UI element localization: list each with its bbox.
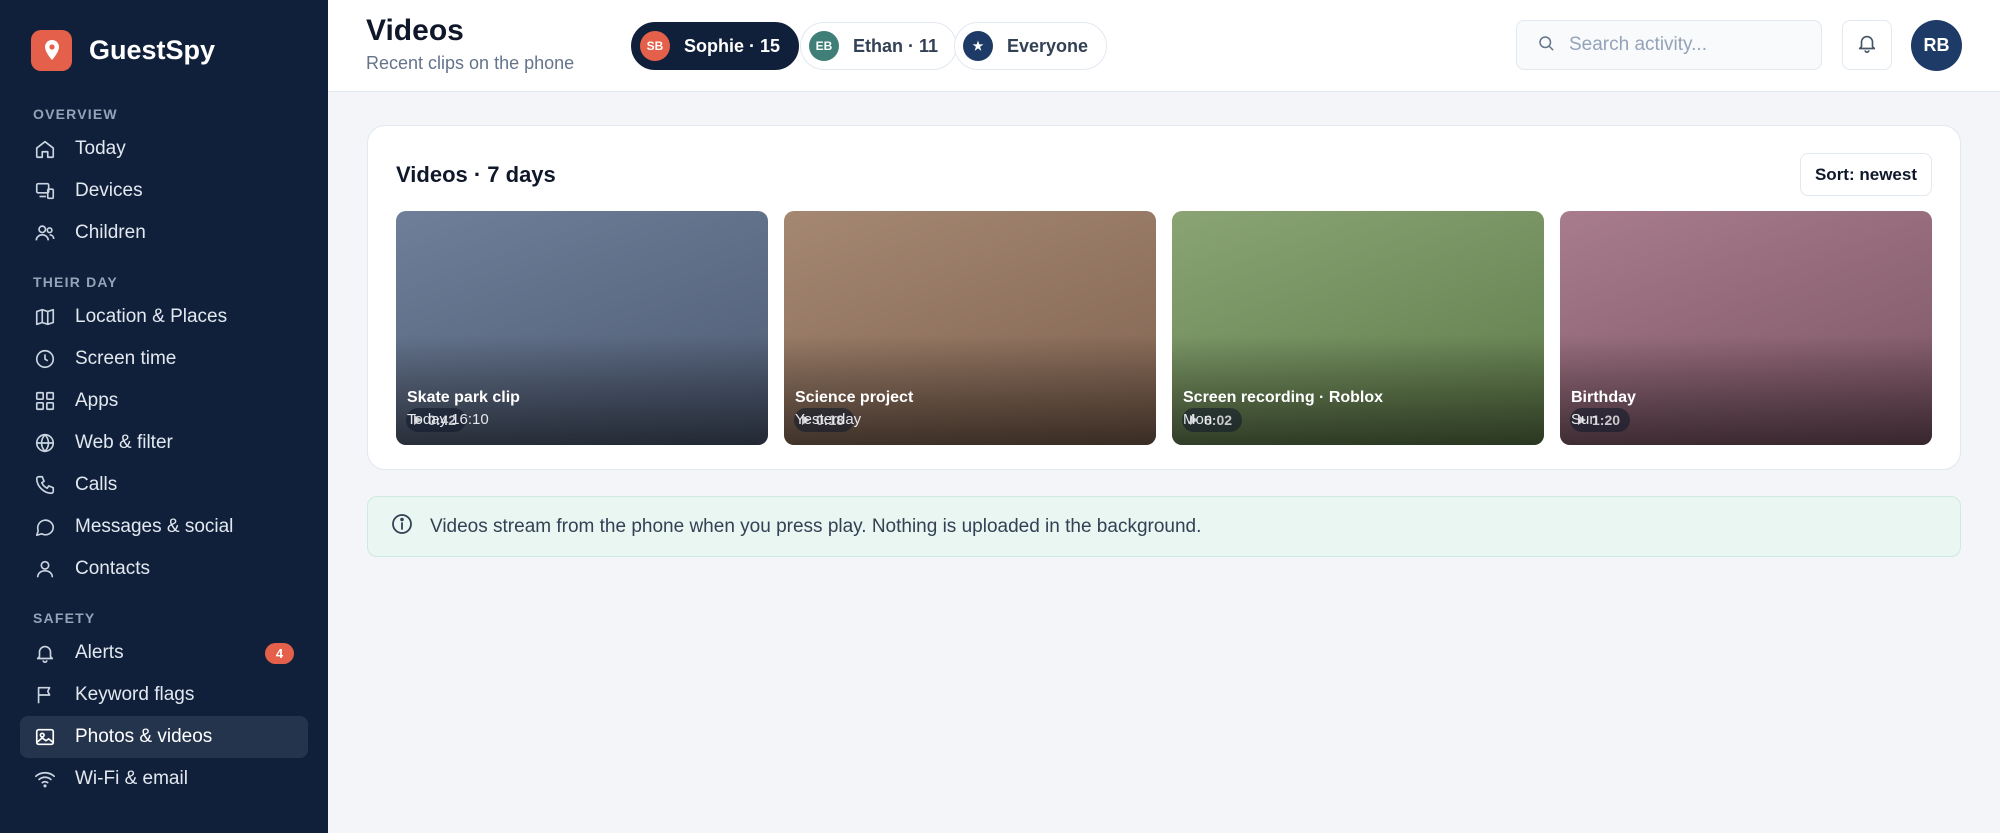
- sort-button[interactable]: Sort: newest: [1799, 153, 1932, 196]
- video-title: Screen recording · Roblox: [1183, 389, 1384, 406]
- sidebar-item-label: Children: [75, 222, 146, 243]
- video-thumbnail[interactable]: 6:02 Screen recording · Roblox Mon: [1172, 211, 1544, 445]
- video-thumbnail[interactable]: 0:18 Science project Yesterday: [784, 211, 1156, 445]
- sidebar-item-photos-videos[interactable]: Photos & videos: [20, 716, 308, 758]
- location-pin-logo-icon: [31, 29, 72, 71]
- sidebar-item-web-filter[interactable]: Web & filter: [20, 422, 308, 464]
- user-icon: [34, 558, 56, 580]
- video-time: Yesterday: [795, 411, 862, 428]
- home-icon: [34, 138, 56, 160]
- sidebar-item-label: Devices: [75, 180, 143, 201]
- brand-name: GuestSpy: [89, 34, 216, 65]
- child-avatar: SB: [640, 31, 670, 61]
- notifications-button[interactable]: [1842, 20, 1892, 70]
- sidebar-item-contacts[interactable]: Contacts: [20, 548, 308, 590]
- child-avatar: EB: [809, 31, 839, 61]
- sidebar-item-label: Wi-Fi & email: [75, 768, 188, 789]
- message-icon: [34, 516, 56, 538]
- chip-label: Ethan · 11: [853, 35, 939, 56]
- child-chip-ethan[interactable]: EB Ethan · 11: [800, 22, 958, 70]
- video-time: Today 16:10: [407, 411, 489, 428]
- card-title: Videos · 7 days: [396, 162, 556, 187]
- sidebar-item-devices[interactable]: Devices: [20, 170, 308, 212]
- video-title: Skate park clip: [407, 389, 520, 406]
- search-box[interactable]: [1516, 20, 1822, 70]
- image-icon: [34, 726, 56, 748]
- video-title: Science project: [795, 389, 914, 406]
- user-avatar[interactable]: RB: [1911, 20, 1962, 71]
- sidebar-item-today[interactable]: Today: [20, 128, 308, 170]
- devices-icon: [34, 180, 56, 202]
- clock-icon: [34, 348, 56, 370]
- chip-label: Sophie · 15: [684, 35, 781, 56]
- sidebar-item-label: Photos & videos: [75, 726, 213, 747]
- sidebar-item-label: Screen time: [75, 348, 177, 369]
- sidebar-item-label: Keyword flags: [75, 684, 195, 705]
- sidebar-item-messages[interactable]: Messages & social: [20, 506, 308, 548]
- sidebar-item-screen-time[interactable]: Screen time: [20, 338, 308, 380]
- apps-grid-icon: [34, 390, 56, 412]
- globe-icon: [34, 432, 56, 454]
- sidebar-item-label: Today: [75, 138, 126, 159]
- sidebar: GuestSpy OVERVIEW Today Devices Children…: [0, 0, 328, 833]
- wifi-icon: [34, 768, 56, 790]
- chip-label: Everyone: [1007, 35, 1089, 56]
- phone-icon: [34, 474, 56, 496]
- sidebar-item-alerts[interactable]: Alerts 4: [20, 632, 308, 674]
- alerts-count-badge: 4: [265, 643, 294, 664]
- info-text: Videos stream from the phone when you pr…: [430, 515, 1202, 537]
- child-chip-everyone[interactable]: ★ Everyone: [954, 22, 1108, 70]
- sidebar-item-apps[interactable]: Apps: [20, 380, 308, 422]
- section-label-safety: SAFETY: [33, 610, 96, 626]
- video-time: Mon: [1183, 411, 1213, 428]
- page-title: Videos: [366, 14, 464, 47]
- sidebar-item-label: Apps: [75, 390, 119, 411]
- video-thumbnail[interactable]: 1:20 Birthday Sun: [1560, 211, 1932, 445]
- sidebar-item-calls[interactable]: Calls: [20, 464, 308, 506]
- bell-icon: [34, 642, 56, 664]
- flag-icon: [34, 684, 56, 706]
- top-header: Videos Recent clips on the phone SB Soph…: [328, 0, 2000, 92]
- info-icon: [390, 512, 414, 541]
- search-icon: [1537, 34, 1555, 57]
- search-input[interactable]: [1569, 34, 1809, 56]
- video-thumbnail[interactable]: 0:42 Skate park clip Today 16:10: [396, 211, 768, 445]
- star-icon: ★: [963, 31, 993, 61]
- video-grid: 0:42 Skate park clip Today 16:10 0:18 Sc…: [396, 211, 1933, 445]
- child-chip-sophie[interactable]: SB Sophie · 15: [631, 22, 800, 70]
- video-time: Sun: [1571, 411, 1598, 428]
- sidebar-item-keyword-flags[interactable]: Keyword flags: [20, 674, 308, 716]
- sidebar-item-wifi-email[interactable]: Wi-Fi & email: [20, 758, 308, 800]
- sidebar-item-label: Contacts: [75, 558, 150, 579]
- sidebar-item-label: Location & Places: [75, 306, 228, 327]
- sidebar-item-location[interactable]: Location & Places: [20, 296, 308, 338]
- sidebar-item-label: Calls: [75, 474, 118, 495]
- videos-card: Videos · 7 days Sort: newest 0:42 Skate …: [367, 125, 1961, 470]
- section-label-overview: OVERVIEW: [33, 106, 118, 122]
- brand[interactable]: GuestSpy: [0, 0, 328, 100]
- sidebar-item-label: Alerts: [75, 642, 124, 663]
- video-title: Birthday: [1571, 389, 1636, 406]
- section-label-their-day: THEIR DAY: [33, 274, 118, 290]
- map-icon: [34, 306, 56, 328]
- users-icon: [34, 222, 56, 244]
- sidebar-item-children[interactable]: Children: [20, 212, 308, 254]
- bell-icon: [1856, 32, 1878, 59]
- sidebar-item-label: Messages & social: [75, 516, 234, 537]
- info-banner: Videos stream from the phone when you pr…: [367, 496, 1961, 557]
- sidebar-item-label: Web & filter: [75, 432, 173, 453]
- page-subtitle: Recent clips on the phone: [366, 53, 575, 73]
